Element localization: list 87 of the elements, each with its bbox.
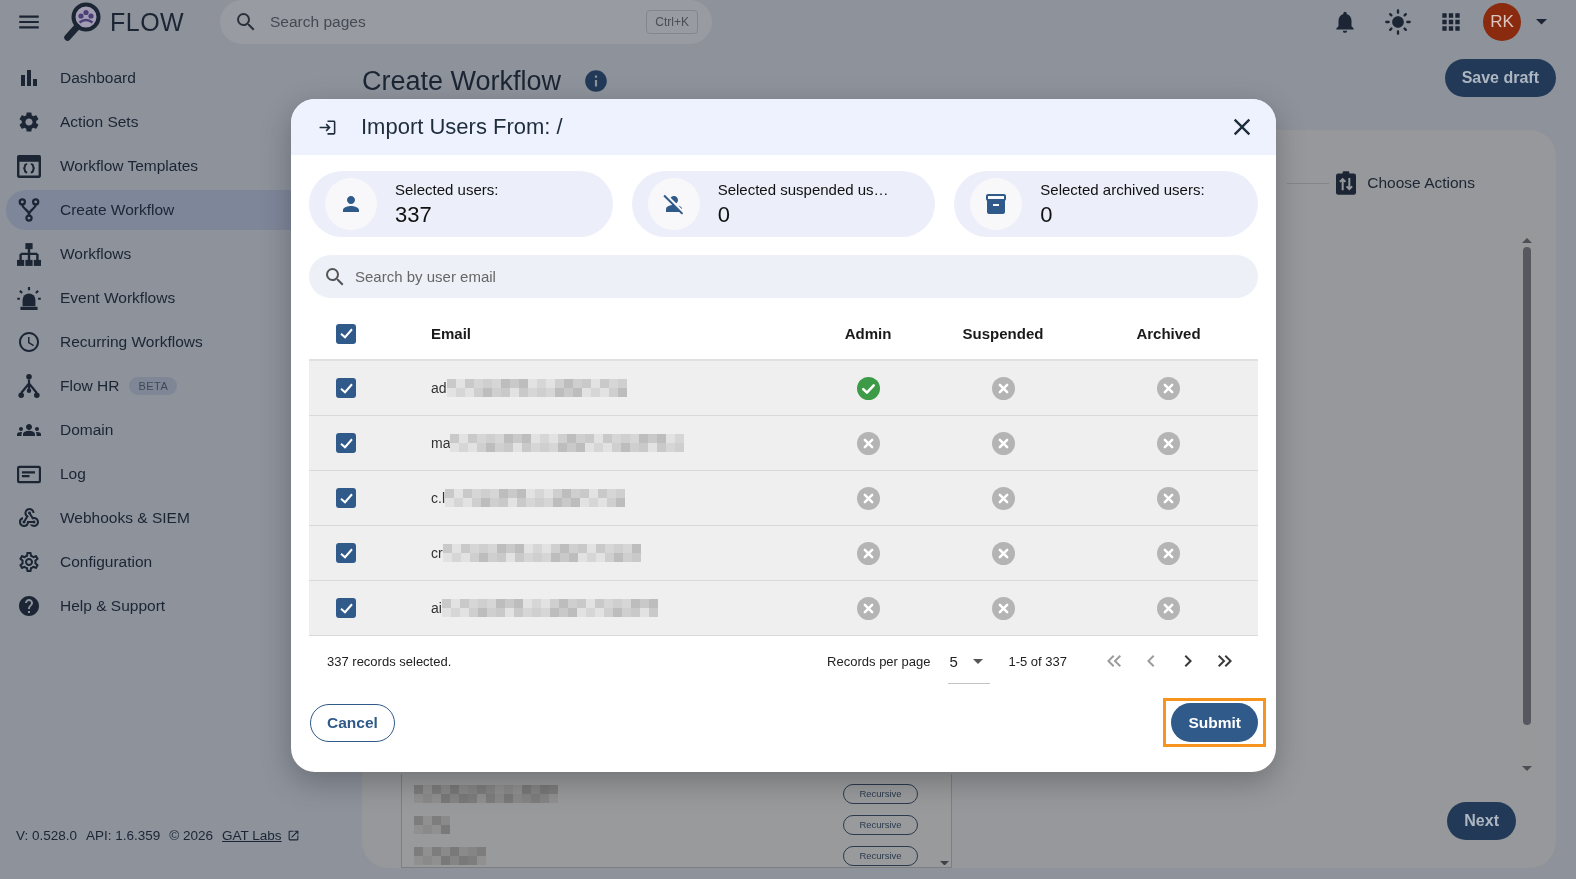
stat-label: Selected archived users: — [1040, 180, 1205, 198]
stat-label: Selected suspended us… — [717, 180, 889, 198]
sidebar-item[interactable]: Help & Support — [6, 586, 300, 626]
scrollbar-thumb[interactable] — [1523, 247, 1531, 725]
check-icon — [339, 492, 353, 504]
column-header: Archived — [1136, 325, 1201, 342]
sidebar-item[interactable]: Action Sets — [6, 102, 300, 142]
fork-icon — [17, 198, 41, 222]
page-range: 1-5 of 337 — [1008, 653, 1067, 669]
email-text: ma — [431, 435, 451, 451]
checkbox[interactable] — [336, 433, 356, 453]
shortcut-hint: Ctrl+K — [646, 10, 698, 34]
check-icon — [339, 602, 353, 614]
checkbox[interactable] — [336, 543, 356, 563]
per-page-label: Records per page — [827, 653, 931, 669]
column-header: Suspended — [962, 325, 1044, 342]
selection-summary: 337 records selected. — [327, 653, 452, 669]
sun-icon[interactable] — [1384, 8, 1412, 36]
search-field[interactable]: Search by user email — [309, 255, 1258, 298]
cancel-button[interactable]: Cancel — [310, 703, 395, 742]
version-text: V: 0.528.0 — [16, 828, 78, 843]
column-header: Email — [430, 325, 472, 342]
api-version-text: API: 1.6.359 — [86, 828, 161, 843]
sidebar-item[interactable]: Flow HR BETA — [6, 366, 300, 406]
clipboard-icon — [1336, 171, 1357, 195]
sidebar-item[interactable]: Workflow Templates — [6, 146, 300, 186]
step-label[interactable]: Choose Actions — [1367, 174, 1475, 192]
sitemap-icon — [17, 242, 41, 266]
email-text: ai — [431, 600, 442, 616]
gear-icon — [17, 110, 41, 134]
page-title: Create Workflow — [362, 65, 562, 97]
sidebar-item[interactable]: Webhooks & SIEM — [6, 498, 300, 538]
email-text: cr — [431, 545, 443, 561]
check-icon — [339, 382, 353, 394]
check-icon — [339, 547, 353, 559]
caret-icon — [973, 659, 984, 664]
avatar[interactable]: RK — [1483, 3, 1521, 41]
logo-text: FLOW — [110, 7, 185, 37]
magnifier-logo-icon — [63, 2, 101, 42]
checkbox[interactable] — [336, 598, 356, 618]
check-icon — [339, 437, 353, 449]
siren-icon — [17, 286, 41, 310]
sidebar-item[interactable]: Recurring Workflows — [6, 322, 300, 362]
scroll-up-icon[interactable] — [1522, 238, 1532, 243]
dialog-title: Import Users From: / — [361, 114, 564, 140]
scroll-down-icon[interactable] — [1522, 766, 1532, 771]
help-icon — [17, 594, 41, 618]
checkbox[interactable] — [336, 378, 356, 398]
next-button[interactable]: Next — [1447, 802, 1516, 840]
stat-label: Selected users: — [395, 180, 499, 198]
card-icon — [17, 464, 41, 484]
scroll-down-icon[interactable] — [939, 860, 949, 865]
caret-icon[interactable] — [1536, 19, 1547, 25]
sidebar-item[interactable]: Dashboard — [6, 58, 300, 98]
checkbox[interactable] — [336, 488, 356, 508]
archive-icon — [970, 178, 1023, 230]
settings-icon — [17, 550, 41, 574]
copyright-text: © 2026 — [169, 828, 214, 843]
stat-value: 0 — [1040, 201, 1054, 228]
sidebar-item[interactable]: Workflows — [6, 234, 300, 274]
person-icon — [325, 178, 377, 230]
login-icon — [318, 117, 337, 137]
person-off-icon — [647, 178, 700, 230]
stat-value: 0 — [717, 201, 731, 228]
email-text: c.l — [431, 490, 445, 506]
sidebar-item[interactable]: Log — [6, 454, 300, 494]
email-text: ad — [431, 380, 447, 396]
pixelated-block — [414, 846, 486, 865]
window-icon — [17, 154, 41, 178]
clock-icon — [17, 330, 41, 354]
info-icon[interactable] — [583, 68, 610, 94]
external-link-icon — [286, 829, 300, 842]
check-icon — [339, 328, 353, 339]
pixelated-block — [414, 815, 450, 834]
sidebar-item[interactable]: Configuration — [6, 542, 300, 582]
stat-value: 337 — [395, 201, 433, 228]
column-header: Admin — [844, 325, 892, 342]
node-tree-icon — [17, 374, 41, 398]
checkbox[interactable] — [336, 323, 356, 344]
submit-button[interactable]: Submit — [1171, 703, 1258, 742]
beta-badge: BETA — [129, 377, 178, 395]
link[interactable]: GAT Labs — [222, 828, 300, 843]
save-draft-button[interactable]: Save draft — [1444, 59, 1556, 97]
per-page-select[interactable]: 5 — [948, 640, 991, 684]
sidebar-item[interactable]: Domain — [6, 410, 300, 450]
sidebar-item[interactable]: Event Workflows — [6, 278, 300, 318]
webhook-icon — [17, 506, 41, 530]
